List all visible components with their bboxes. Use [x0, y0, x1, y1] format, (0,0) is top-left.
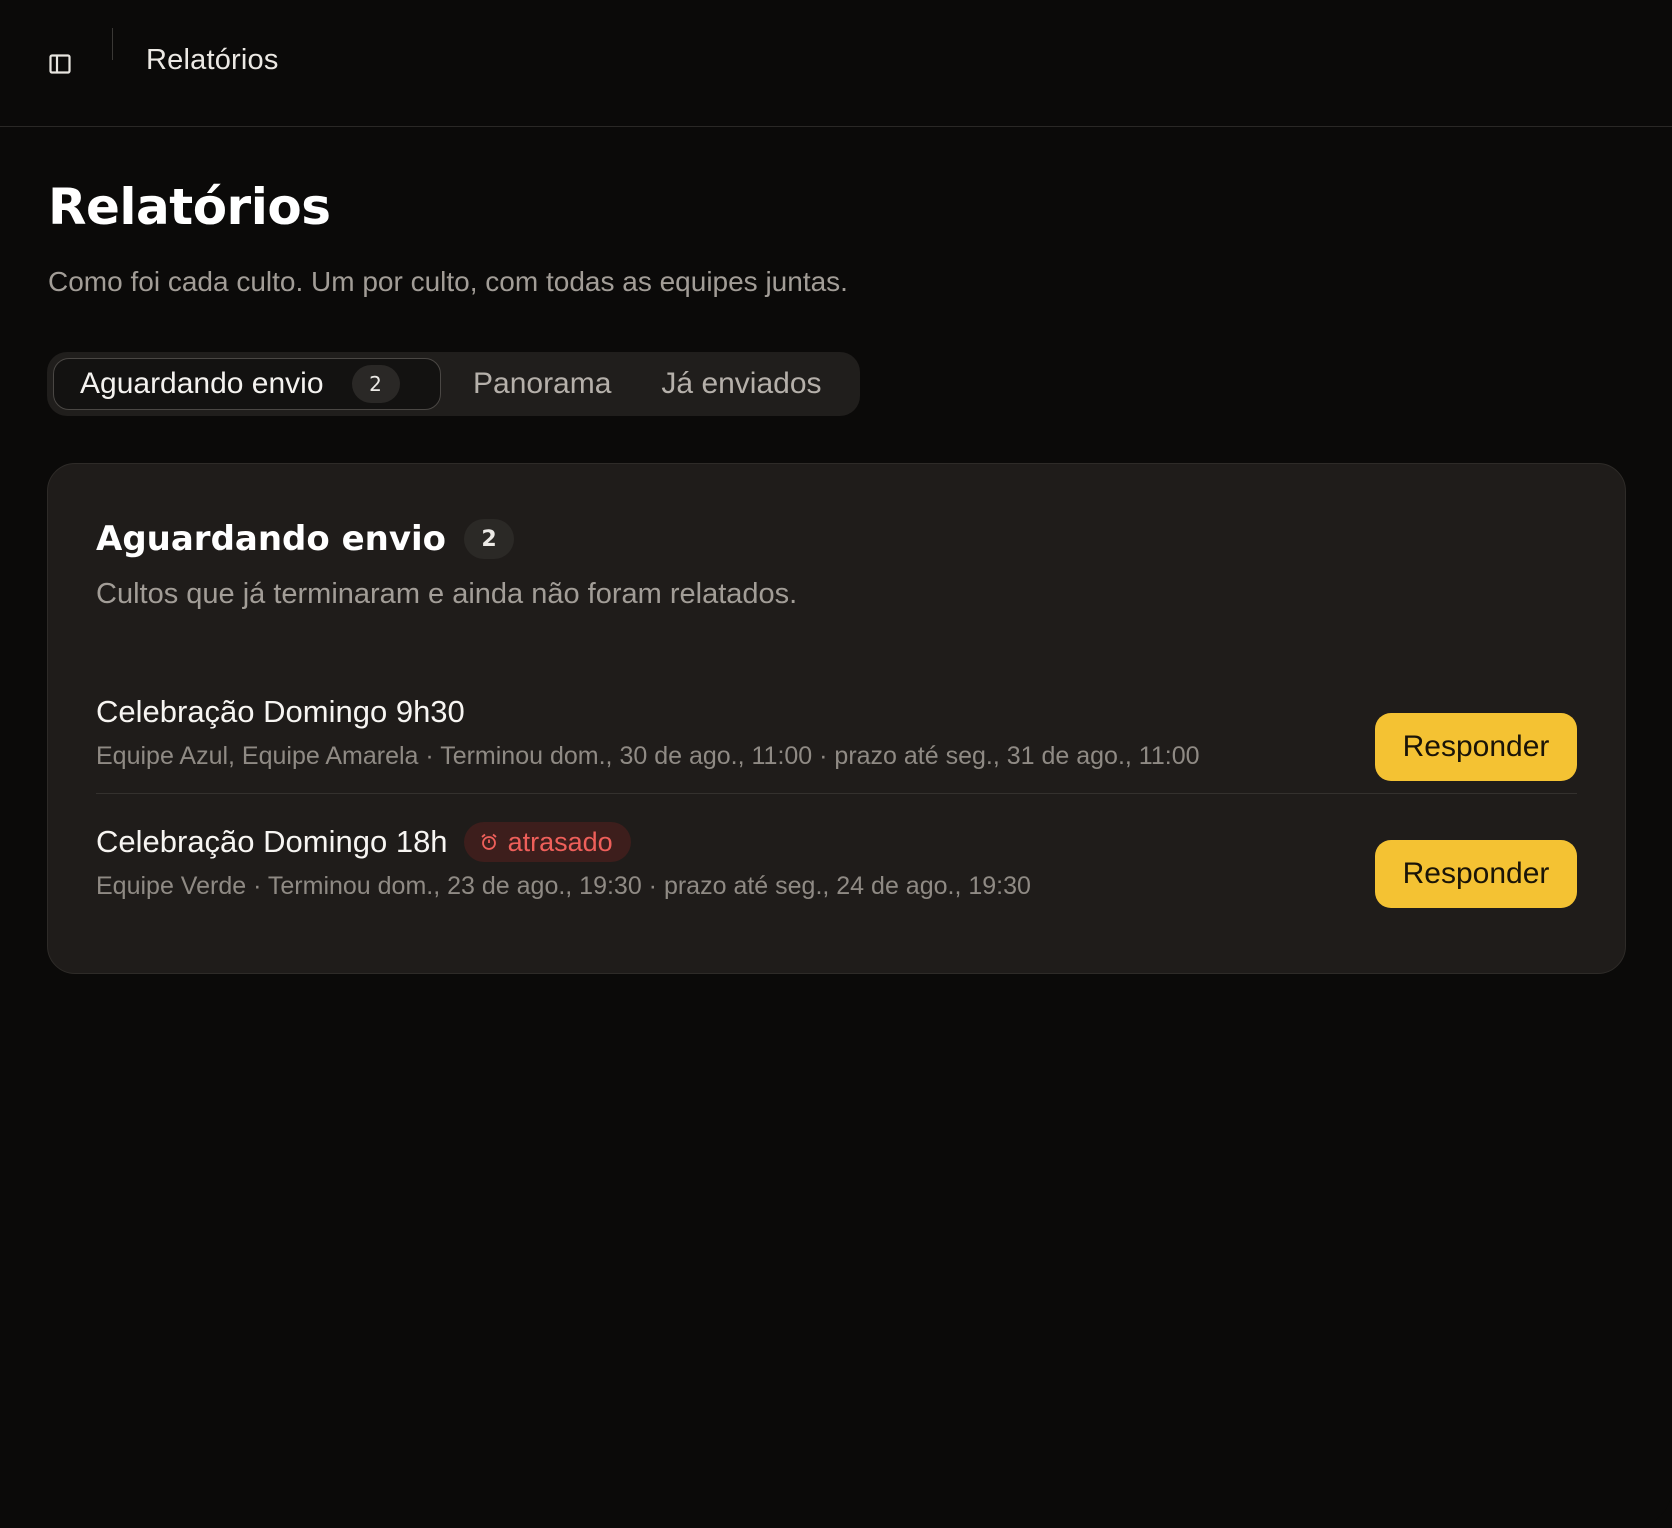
app-window: Relatórios Relatórios Como foi cada cult…	[0, 0, 1672, 1528]
list-item: Celebração Domingo 9h30 Equipe Azul, Equ…	[96, 692, 1577, 794]
list-item: Celebração Domingo 18h atrasado Equipe V…	[96, 822, 1577, 924]
tabs: Aguardando envio 2 Panorama Já enviados	[47, 352, 860, 416]
tab-ja-enviados[interactable]: Já enviados	[637, 358, 845, 410]
tab-label: Panorama	[473, 367, 612, 400]
service-meta: Equipe Azul, Equipe Amarela · Terminou d…	[96, 742, 1200, 770]
card-title: Aguardando envio 2	[96, 519, 515, 559]
tab-aguardando-envio[interactable]: Aguardando envio 2	[53, 358, 441, 410]
respond-button[interactable]: Responder	[1375, 713, 1577, 781]
sidebar-toggle-icon[interactable]	[38, 42, 82, 86]
card-subtitle: Cultos que já terminaram e ainda não for…	[96, 578, 798, 610]
status-badge: atrasado	[463, 822, 631, 862]
service-title-wrap: Celebração Domingo 18h atrasado	[96, 822, 631, 862]
service-title: Celebração Domingo 9h30	[96, 694, 465, 729]
tab-label: Aguardando envio	[80, 367, 324, 400]
top-bar: Relatórios	[0, 0, 1672, 127]
respond-button[interactable]: Responder	[1375, 840, 1577, 908]
tab-panorama[interactable]: Panorama	[449, 358, 635, 410]
service-title: Celebração Domingo 18h	[96, 824, 448, 859]
card-title-text: Aguardando envio	[96, 519, 447, 559]
topbar-divider	[112, 28, 113, 60]
page-title: Relatórios	[48, 178, 331, 236]
status-label: atrasado	[507, 826, 613, 857]
card-count-badge: 2	[464, 519, 515, 559]
tab-label: Já enviados	[661, 367, 822, 400]
tab-count-badge: 2	[351, 365, 400, 403]
alarm-clock-icon	[480, 833, 497, 850]
breadcrumb-title: Relatórios	[146, 44, 279, 76]
page-subtitle: Como foi cada culto. Um por culto, com t…	[48, 266, 848, 297]
pending-reports-card: Aguardando envio 2 Cultos que já termina…	[47, 463, 1626, 974]
service-meta: Equipe Verde · Terminou dom., 23 de ago.…	[96, 872, 1031, 900]
